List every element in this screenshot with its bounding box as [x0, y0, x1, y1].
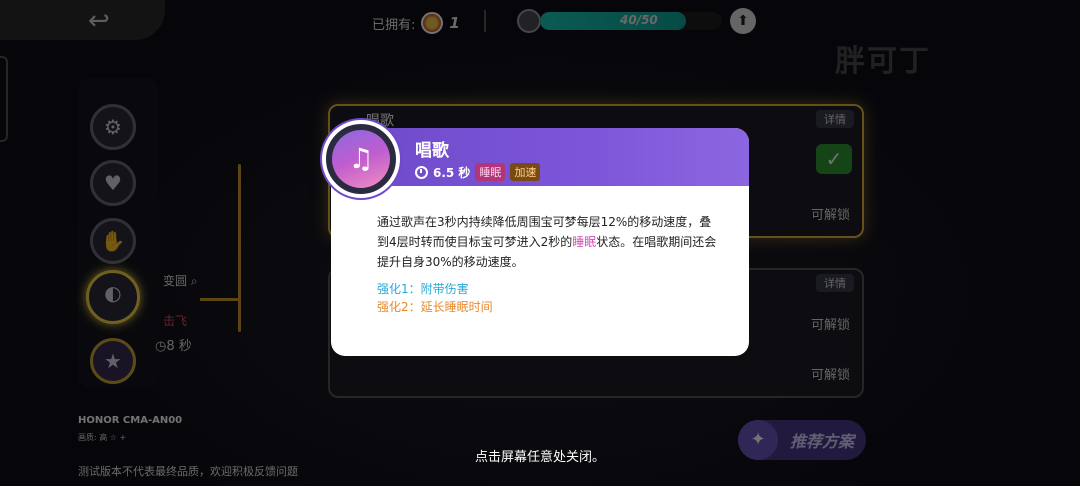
move-slot-1[interactable]: ⚙ [90, 104, 136, 150]
close-hint: 点击屏幕任意处关闭。 [474, 450, 605, 465]
move-slot-2[interactable]: ♥ [90, 160, 136, 206]
skill-tree-branch [200, 298, 240, 301]
xp-text: 40/50 [620, 13, 658, 27]
quality-setting: 画质: 高 ☆ + [78, 433, 127, 442]
search-icon: ⌕ [190, 274, 198, 288]
unlock-label-2: 可解锁 [810, 318, 850, 333]
unlock-label: 可解锁 [810, 208, 850, 223]
side-drawer-tab[interactable] [0, 56, 8, 142]
sing-move-icon: ♫ [322, 120, 400, 198]
details-button[interactable]: 详情 [816, 110, 854, 128]
unlock-label-3: 可解锁 [810, 368, 850, 383]
hand-icon: ✋ [100, 229, 126, 253]
transform-label[interactable]: 变圆 ⌕ [163, 272, 198, 289]
star-icon: ★ [104, 349, 122, 373]
enhance-2: 强化2：延长睡眠时间 [377, 300, 493, 314]
device-model: HONOR CMA-AN00 [78, 415, 183, 426]
clock-icon [415, 165, 428, 179]
enhance-1: 强化1：附带伤害 [377, 282, 469, 296]
back-arrow-icon: ↩ [88, 6, 110, 36]
hit-label: 击飞 [163, 314, 188, 328]
skill-tree-line [238, 164, 241, 332]
gear-icon: ⚙ [104, 115, 122, 139]
move-slot-4-selected[interactable]: ◐ [86, 270, 140, 324]
pokemon-name: 胖可丁 [835, 44, 931, 79]
music-note-icon: ♫ [332, 130, 390, 188]
owned-counter: 已拥有: 1 [372, 12, 460, 34]
unite-move-slot[interactable]: ★ [90, 338, 136, 384]
modal-meta: 6.5 秒 睡眠 加速 [415, 163, 541, 181]
keyword-sleep: 睡眠 [572, 235, 597, 249]
owned-count: 1 [449, 14, 460, 32]
owned-label: 已拥有: [372, 17, 416, 33]
back-button[interactable]: ↩ [0, 0, 165, 40]
tag-speed: 加速 [510, 163, 541, 181]
move-cooldown: ◷8 秒 [155, 339, 192, 354]
tag-sleep: 睡眠 [475, 163, 506, 181]
modal-cooldown: 6.5 秒 [433, 165, 471, 180]
modal-title: 唱歌 [415, 141, 449, 161]
move-slot-3[interactable]: ✋ [90, 218, 136, 264]
modal-description: 通过歌声在3秒内持续降低周围宝可梦每层12%的移动速度，叠到4层时转而使目标宝可… [377, 215, 717, 269]
details-button-2[interactable]: 详情 [816, 274, 854, 292]
divider [484, 10, 486, 32]
level-badge-icon [517, 9, 541, 33]
xp-bar-fill [540, 12, 686, 30]
clock-icon: ◷ [155, 339, 167, 354]
check-icon[interactable]: ✓ [816, 144, 852, 174]
level-up-icon[interactable]: ⬆ [730, 8, 756, 34]
heart-icon: ♥ [104, 171, 122, 195]
rollout-icon: ◐ [104, 281, 122, 305]
coin-icon [421, 12, 444, 34]
test-version-note: 测试版本不代表最终品质，欢迎积极反馈问题 [78, 465, 298, 478]
